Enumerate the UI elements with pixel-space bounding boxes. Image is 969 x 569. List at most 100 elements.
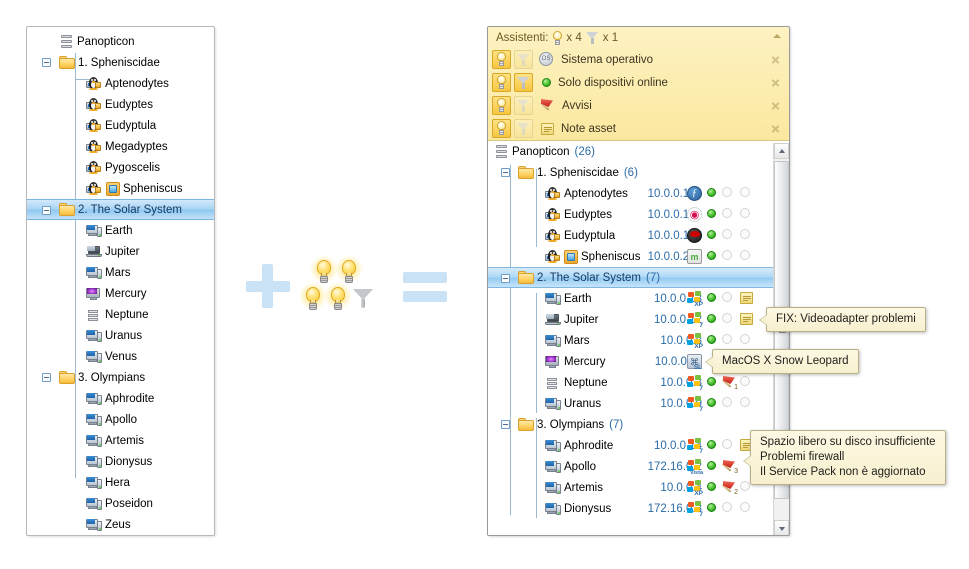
app-window-icon [106,181,120,196]
device-row-jupiter[interactable]: Jupiter 10.0.0.12 7 [488,309,789,330]
filter-row-sistema-operativo[interactable]: OS Sistema operativo [488,48,789,71]
left-item-uranus[interactable]: Uranus [27,325,214,346]
close-icon[interactable] [771,78,780,87]
os-icon-macos[interactable]: SL [687,354,702,371]
device-row-eudyptes[interactable]: Eudyptes 10.0.0.159 [488,204,789,225]
left-tree: Panopticon 1. Spheniscidae Aptenodytes E… [27,27,214,535]
device-row-mars[interactable]: Mars 10.0.0.8 XP [488,330,789,351]
funnel-toggle-button[interactable] [514,50,533,69]
os-icon-windows: XP [687,291,703,308]
note-icon[interactable] [740,292,753,304]
bulb-toggle-button[interactable] [492,50,511,69]
bulb-toggle-button[interactable] [492,96,511,115]
root-count: (26) [574,145,595,158]
funnel-toggle-button[interactable] [514,73,533,92]
note-placeholder [740,397,750,407]
device-row-spheniscus[interactable]: Spheniscus 10.0.0.202 [488,246,789,267]
desktop-pc-icon [86,455,102,469]
online-status-dot [707,440,716,449]
left-item-megadyptes[interactable]: Megadyptes [27,136,214,157]
close-icon[interactable] [771,101,780,110]
left-item-apollo[interactable]: Apollo [27,409,214,430]
tooltip-line: Spazio libero su disco insufficiente [760,436,936,448]
desktop-pc-icon [545,502,561,516]
expander-icon[interactable] [501,168,510,177]
device-row-aphrodite[interactable]: Aphrodite 10.0.0.14 7 [488,435,789,456]
left-item-mercury[interactable]: Mercury [27,283,214,304]
left-item-eudyptula[interactable]: Eudyptula [27,115,214,136]
left-item-earth[interactable]: Earth [27,220,214,241]
expander-icon[interactable] [501,420,510,429]
left-group-row-olympians[interactable]: 3. Olympians [27,367,214,388]
os-version-tag: XP [694,490,703,497]
os-icon-windows: 7 [687,312,703,329]
left-item-label: Apollo [105,413,137,426]
tux-pc-icon [86,181,102,196]
left-item-hera[interactable]: Hera [27,472,214,493]
left-item-artemis[interactable]: Artemis [27,430,214,451]
expander-icon[interactable] [42,373,51,382]
device-row-eudyptula[interactable]: Eudyptula 10.0.0.156 [488,225,789,246]
alert-flag-icon[interactable]: 1 [721,376,738,391]
alert-placeholder [722,439,732,449]
assistants-title: Assistenti: [496,31,549,44]
left-item-poseidon[interactable]: Poseidon [27,493,214,514]
alert-count: 3 [734,468,738,475]
expander-icon[interactable] [42,206,51,215]
device-row-uranus[interactable]: Uranus 10.0.0.9 7 [488,393,789,414]
device-label: Earth [564,292,592,305]
expander-icon[interactable] [501,274,510,283]
left-item-eudyptes[interactable]: Eudyptes [27,94,214,115]
filter-row-avvisi[interactable]: Avvisi [488,94,789,117]
filter-row-note-asset[interactable]: Note asset [488,117,789,140]
device-group-solar-system[interactable]: 2. The Solar System (7) [488,267,789,288]
device-tree-root[interactable]: Panopticon (26) [488,141,789,162]
left-item-jupiter[interactable]: Jupiter [27,241,214,262]
left-item-aptenodytes[interactable]: Aptenodytes [27,73,214,94]
scroll-up-arrow-icon[interactable] [774,143,789,159]
left-item-aphrodite[interactable]: Aphrodite [27,388,214,409]
scroll-down-arrow-icon[interactable] [774,520,789,535]
tree-root-row[interactable]: Panopticon [27,31,214,52]
left-item-label: Eudyptula [105,119,157,132]
device-row-earth[interactable]: Earth 10.0.0.13 XP [488,288,789,309]
online-status-dot [707,188,716,197]
close-icon[interactable] [771,124,780,133]
device-row-artemis[interactable]: Artemis 10.0.0.4 XP 2 [488,477,789,498]
left-item-zeus[interactable]: Zeus [27,514,214,535]
note-icon[interactable] [740,313,753,325]
left-group-row-solar-system[interactable]: 2. The Solar System [27,199,214,220]
close-icon[interactable] [771,55,780,64]
funnel-toggle-button[interactable] [514,119,533,138]
left-item-spheniscus[interactable]: Spheniscus [27,178,214,199]
device-row-poseidon[interactable]: Poseidon 10.0.0.104 XP [488,519,789,522]
alert-flag-icon[interactable]: 2 [721,481,738,496]
alert-placeholder [722,334,732,344]
bulb-toggle-button[interactable] [492,119,511,138]
device-group-spheniscidae[interactable]: 1. Spheniscidae (6) [488,162,789,183]
expander-icon[interactable] [42,58,51,67]
funnel-toggle-button[interactable] [514,96,533,115]
bulb-toggle-button[interactable] [492,73,511,92]
device-row-neptune[interactable]: Neptune 10.0.0.3 7 1 [488,372,789,393]
left-item-mars[interactable]: Mars [27,262,214,283]
left-item-pygoscelis[interactable]: Pygoscelis [27,157,214,178]
collapse-arrow-icon[interactable] [773,34,781,38]
os-version-tag: 7 [699,322,703,329]
left-item-dionysus[interactable]: Dionysus [27,451,214,472]
device-row-dionysus[interactable]: Dionysus 172.16.0.3 7 [488,498,789,519]
rack-server-icon [545,376,559,390]
os-version-tag: 7 [699,385,703,392]
left-group-row-spheniscidae[interactable]: 1. Spheniscidae [27,52,214,73]
alert-flag-icon[interactable]: 3 [721,460,738,475]
funnel-filter-icon [517,53,530,67]
device-row-aptenodytes[interactable]: Aptenodytes 10.0.0.154 [488,183,789,204]
filter-row-solo-dispositivi-online[interactable]: Solo dispositivi online [488,71,789,94]
online-status-dot [707,335,716,344]
left-item-venus[interactable]: Venus [27,346,214,367]
device-label: Apollo [564,460,596,473]
left-item-neptune[interactable]: Neptune [27,304,214,325]
left-tree-panel[interactable]: Panopticon 1. Spheniscidae Aptenodytes E… [26,26,215,536]
device-group-olympians[interactable]: 3. Olympians (7) [488,414,789,435]
group-label: 1. Spheniscidae [537,166,619,179]
